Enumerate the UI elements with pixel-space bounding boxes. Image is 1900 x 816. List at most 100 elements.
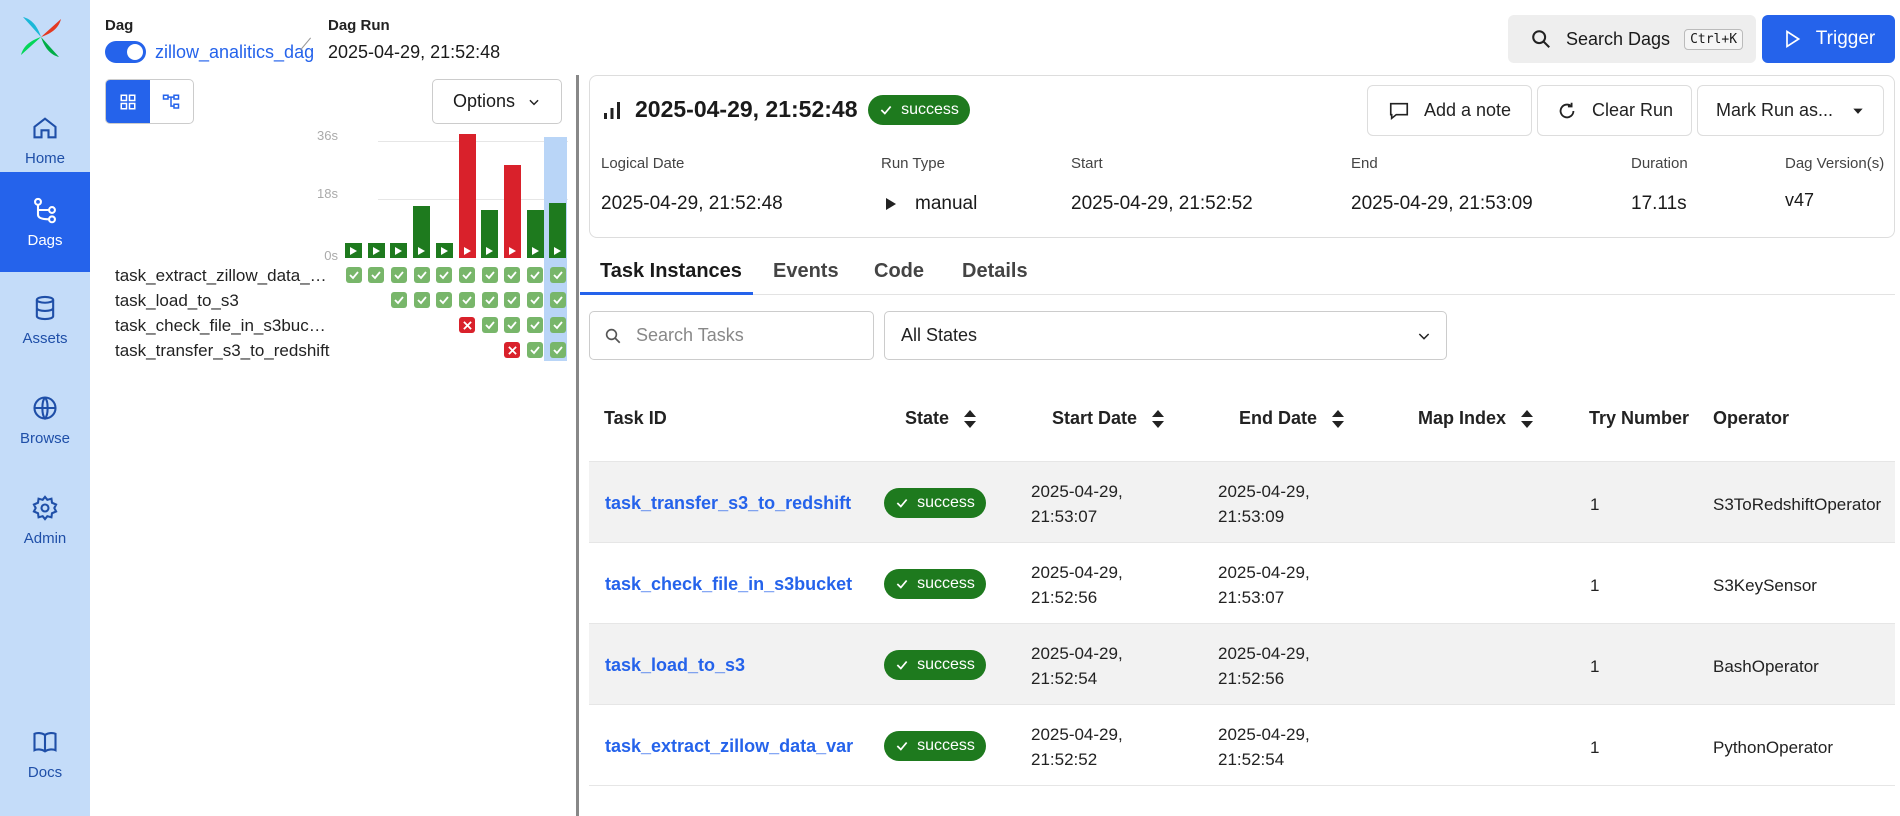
manual-run-icon	[413, 243, 430, 258]
start-date-cell: 2025-04-29, 21:52:56	[1031, 560, 1123, 610]
duration-value: 17.11s	[1631, 193, 1687, 214]
airflow-logo-icon[interactable]	[17, 13, 65, 61]
axis-label: 18s	[317, 186, 338, 201]
check-icon	[896, 741, 908, 751]
sidebar-item-label: Home	[24, 149, 65, 167]
run-type-value: manual	[885, 193, 977, 215]
task-failed-cell[interactable]	[504, 342, 521, 358]
task-success-cell[interactable]	[504, 292, 521, 308]
date-text: 2025-04-29,	[1218, 563, 1310, 582]
tab-task-instances[interactable]: Task Instances	[600, 260, 742, 283]
state-filter-select[interactable]: All States	[884, 311, 1447, 360]
run-title: 2025-04-29, 21:52:48	[635, 96, 858, 122]
sidebar-item-admin[interactable]: Admin	[0, 470, 90, 570]
end-value: 2025-04-29, 21:53:09	[1351, 193, 1533, 214]
task-id-link[interactable]: task_check_file_in_s3bucket	[605, 574, 852, 595]
manual-run-icon	[549, 243, 566, 258]
tab-events[interactable]: Events	[773, 260, 839, 283]
task-failed-cell[interactable]	[459, 317, 475, 333]
task-success-cell[interactable]	[481, 292, 498, 308]
task-success-cell[interactable]	[413, 267, 430, 283]
task-success-cell[interactable]	[481, 317, 498, 333]
task-state-badge: success	[884, 569, 986, 599]
header-text: State	[905, 408, 950, 428]
task-success-cell[interactable]	[436, 267, 453, 283]
mark-run-label: Mark Run as...	[1715, 100, 1834, 120]
task-success-cell[interactable]	[390, 292, 407, 308]
task-success-cell[interactable]	[436, 292, 453, 308]
grid-task-name[interactable]: task_load_to_s3	[115, 291, 330, 311]
task-success-cell[interactable]	[549, 342, 566, 358]
grid-view-button[interactable]	[106, 80, 150, 123]
options-button[interactable]: Options	[432, 79, 562, 124]
add-note-button[interactable]: Add a note	[1367, 85, 1532, 136]
task-success-cell[interactable]	[527, 267, 544, 283]
graph-view-button[interactable]	[150, 80, 194, 123]
grid-task-name[interactable]: task_transfer_s3_to_redshift	[115, 341, 330, 361]
trigger-label: Trigger	[1815, 28, 1876, 49]
start-date-cell: 2025-04-29, 21:53:07	[1031, 479, 1123, 529]
tab-code[interactable]: Code	[874, 260, 924, 283]
trigger-button[interactable]: Trigger	[1762, 15, 1895, 63]
task-success-cell[interactable]	[527, 317, 544, 333]
search-tasks-input[interactable]: Search Tasks	[589, 311, 874, 360]
task-state-text: success	[917, 656, 975, 673]
column-header-task-id: Task ID	[604, 408, 667, 429]
tab-bar-border	[580, 294, 1895, 295]
column-header-end-date[interactable]: End Date	[1239, 408, 1345, 429]
panel-divider[interactable]	[576, 75, 579, 816]
end-date-cell: 2025-04-29, 21:52:54	[1218, 722, 1310, 772]
task-success-cell[interactable]	[390, 267, 407, 283]
operator-cell: PythonOperator	[1713, 738, 1834, 757]
task-success-cell[interactable]	[413, 292, 430, 308]
task-success-cell[interactable]	[527, 342, 544, 358]
sidebar-item-dags[interactable]: Dags	[0, 172, 90, 272]
clear-run-label: Clear Run	[1591, 100, 1674, 120]
caret-down-icon	[1853, 108, 1863, 114]
task-success-cell[interactable]	[504, 267, 521, 283]
sidebar-item-assets[interactable]: Assets	[0, 270, 90, 370]
dag-pause-toggle[interactable]	[105, 41, 146, 63]
task-success-cell[interactable]	[459, 267, 475, 283]
book-icon	[33, 731, 57, 753]
column-header-map-index[interactable]: Map Index	[1418, 408, 1534, 429]
grid-task-name[interactable]: task_extract_zillow_data_v...	[115, 266, 330, 286]
run-type-label: Run Type	[881, 155, 945, 172]
time-text: 21:52:52	[1031, 750, 1098, 769]
header-text: Try Number	[1589, 408, 1690, 428]
task-success-cell[interactable]	[504, 317, 521, 333]
task-id-link[interactable]: task_extract_zillow_data_var	[605, 736, 853, 757]
sidebar-item-browse[interactable]: Browse	[0, 370, 90, 470]
task-success-cell[interactable]	[549, 267, 566, 283]
start-date-cell: 2025-04-29, 21:52:52	[1031, 722, 1123, 772]
sidebar-item-docs[interactable]: Docs	[0, 704, 90, 804]
column-header-start-date[interactable]: Start Date	[1052, 408, 1165, 429]
run-state-badge: success	[868, 95, 970, 125]
task-success-cell[interactable]	[549, 317, 566, 333]
task-success-cell[interactable]	[345, 267, 362, 283]
check-icon	[880, 105, 892, 115]
gear-icon	[32, 494, 58, 521]
run-type-text: manual	[915, 193, 978, 214]
search-tasks-placeholder: Search Tasks	[636, 325, 744, 345]
task-success-cell[interactable]	[481, 267, 498, 283]
check-icon	[896, 579, 908, 589]
sidebar: Home Dags Assets Browse Admin Docs	[0, 0, 90, 816]
task-state-text: success	[917, 575, 975, 592]
column-header-state[interactable]: State	[905, 408, 977, 429]
run-duration-bar[interactable]	[458, 134, 476, 258]
task-success-cell[interactable]	[549, 292, 566, 308]
task-success-cell[interactable]	[527, 292, 544, 308]
search-dags-button[interactable]: Search Dags Ctrl+K	[1508, 15, 1756, 63]
clear-run-button[interactable]: Clear Run	[1537, 85, 1692, 136]
tab-details[interactable]: Details	[962, 260, 1028, 283]
task-success-cell[interactable]	[368, 267, 385, 283]
task-success-cell[interactable]	[459, 292, 475, 308]
task-id-link[interactable]: task_load_to_s3	[605, 655, 745, 676]
task-state-text: success	[917, 737, 975, 754]
task-id-link[interactable]: task_transfer_s3_to_redshift	[605, 493, 851, 514]
grid-task-name[interactable]: task_check_file_in_s3bucket	[115, 316, 330, 336]
start-date-cell: 2025-04-29, 21:52:54	[1031, 641, 1123, 691]
mark-run-as-button[interactable]: Mark Run as...	[1697, 85, 1884, 136]
dag-link[interactable]: zillow_analitics_dag	[155, 42, 314, 63]
